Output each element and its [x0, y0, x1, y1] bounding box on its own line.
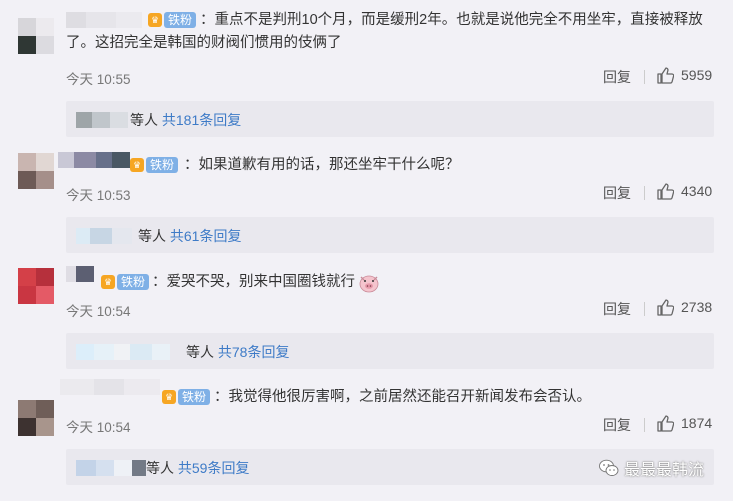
- thumbs-up-icon: [657, 415, 674, 432]
- reply-summary-users: 等人: [146, 460, 174, 476]
- reply-summary[interactable]: 等人 共78条回复: [186, 342, 289, 362]
- reply-button[interactable]: 回复: [603, 415, 631, 435]
- comment-text: ：重点不是判刑10个月，而是缓刑2年。也就是说他完全不用坐牢，直接被释放了。这招…: [66, 12, 703, 51]
- watermark-text: 最最最韩流: [624, 462, 705, 479]
- reply-button[interactable]: 回复: [603, 67, 631, 87]
- like-count: 4340: [681, 183, 713, 199]
- view-replies-link[interactable]: 共181条回复: [162, 112, 241, 128]
- reply-summary-users: 等人: [138, 228, 166, 244]
- view-replies-link[interactable]: 共61条回复: [170, 228, 242, 244]
- divider: [644, 186, 645, 200]
- reply-avatars-blurred: [76, 228, 132, 244]
- avatar[interactable]: [18, 400, 54, 436]
- like-button[interactable]: 1874: [656, 414, 712, 432]
- fan-badge-group: ♛ 铁粉: [162, 389, 211, 405]
- fan-badge: 铁粉: [178, 389, 211, 405]
- timestamp: 今天 10:53: [66, 188, 131, 203]
- comment-text: ：爱哭不哭，别来中国圈钱就行: [152, 271, 380, 294]
- like-button[interactable]: 4340: [656, 182, 712, 200]
- like-button[interactable]: 2738: [656, 298, 712, 316]
- comment-text: ：如果道歉有用的话，那还坐牢干什么呢？: [184, 157, 460, 173]
- reply-summary-users: 等人: [130, 112, 158, 128]
- like-button[interactable]: 5959: [656, 66, 712, 84]
- fan-badge: 铁粉: [117, 274, 150, 290]
- reply-avatars-blurred: [76, 460, 146, 476]
- fan-badge-group: ♛ 铁粉: [130, 157, 179, 173]
- comment-text-body: ：爱哭不哭，别来中国圈钱就行: [152, 274, 355, 290]
- wechat-icon: [599, 459, 619, 476]
- reply-button[interactable]: 回复: [603, 183, 631, 203]
- comment-text: ：我觉得他很厉害啊，之前居然还能召开新闻发布会否认。: [214, 389, 591, 405]
- reply-preview-box[interactable]: 等人 共61条回复: [66, 217, 714, 253]
- like-count: 5959: [681, 67, 713, 83]
- like-count: 2738: [681, 299, 713, 315]
- reply-summary[interactable]: 等人 共61条回复: [138, 226, 241, 246]
- divider: [644, 418, 645, 432]
- divider: [644, 70, 645, 84]
- vip-icon: ♛: [101, 275, 115, 289]
- reply-button[interactable]: 回复: [603, 299, 631, 319]
- pig-emoji-icon: [359, 275, 379, 292]
- avatar[interactable]: [18, 268, 54, 304]
- reply-preview-box[interactable]: 等人 共181条回复: [66, 101, 714, 137]
- reply-summary[interactable]: 等人 共181条回复: [130, 110, 241, 130]
- watermark: 最最最韩流: [598, 456, 704, 480]
- view-replies-link[interactable]: 共59条回复: [178, 460, 250, 476]
- reply-summary[interactable]: 等人 共59条回复: [146, 458, 249, 478]
- reply-avatars-blurred: [76, 344, 170, 360]
- thumbs-up-icon: [657, 299, 674, 316]
- divider: [644, 302, 645, 316]
- thumbs-up-icon: [657, 67, 674, 84]
- view-replies-link[interactable]: 共78条回复: [218, 344, 290, 360]
- timestamp: 今天 10:55: [66, 72, 131, 87]
- username-blurred[interactable]: [60, 379, 160, 395]
- vip-icon: ♛: [162, 390, 176, 404]
- timestamp: 今天 10:54: [66, 304, 131, 319]
- reply-preview-box[interactable]: 等人 共78条回复: [66, 333, 714, 369]
- username-blurred[interactable]: [66, 266, 94, 282]
- fan-badge: 铁粉: [146, 157, 179, 173]
- avatar[interactable]: [18, 153, 54, 189]
- timestamp: 今天 10:54: [66, 420, 131, 435]
- reply-avatars-blurred: [76, 112, 128, 128]
- fan-badge-group: ♛ 铁粉: [101, 274, 150, 290]
- thumbs-up-icon: [657, 183, 674, 200]
- username-blurred[interactable]: [58, 152, 130, 168]
- reply-summary-users: 等人: [186, 344, 214, 360]
- like-count: 1874: [681, 415, 713, 431]
- avatar[interactable]: [18, 18, 54, 54]
- vip-icon: ♛: [130, 158, 144, 172]
